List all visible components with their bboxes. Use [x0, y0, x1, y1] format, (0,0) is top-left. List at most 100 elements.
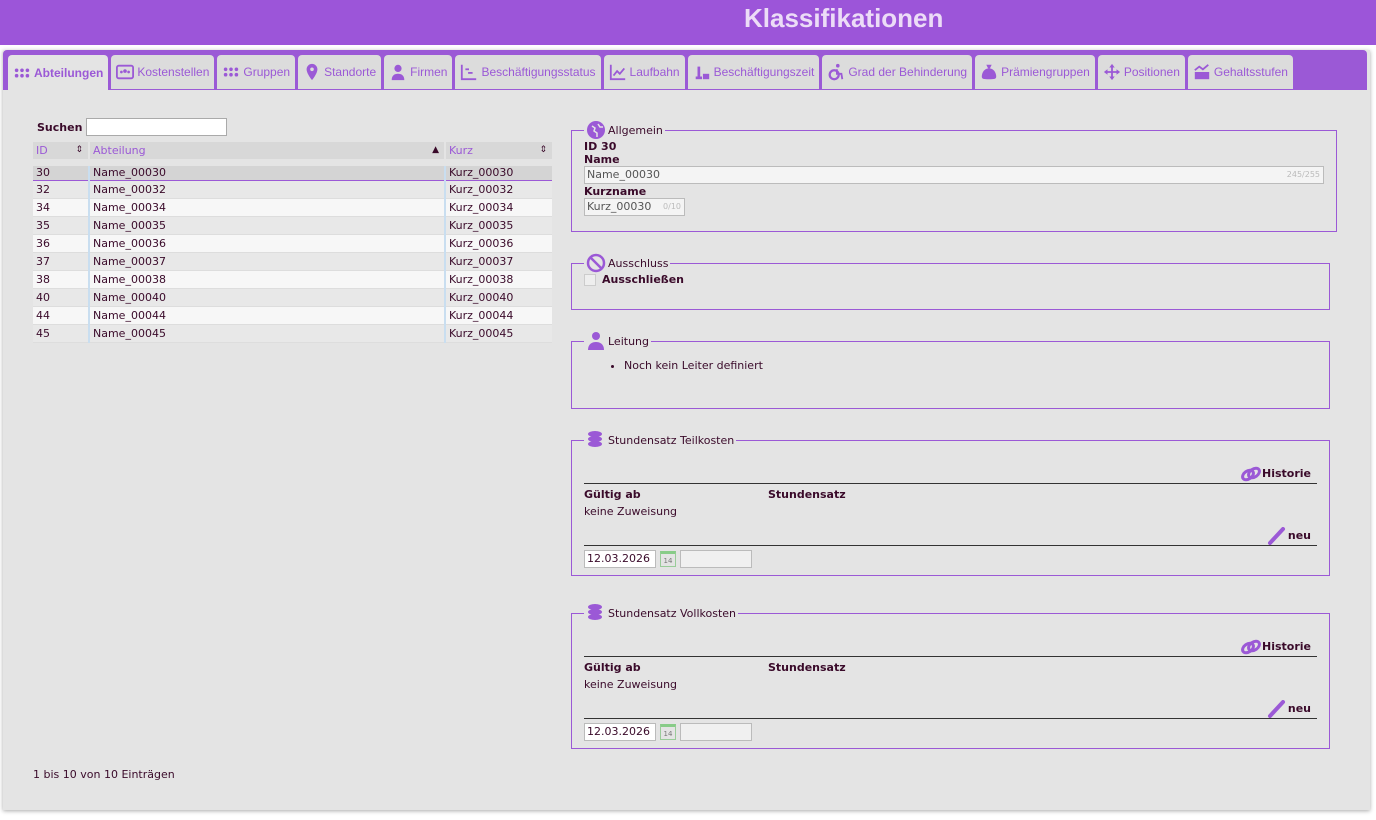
cell-id: 40	[33, 288, 89, 307]
legend-allgemein: Allgemein	[608, 123, 663, 137]
tab-firmen[interactable]: Firmen	[384, 55, 453, 89]
name-field[interactable]: Name_00030 245/255	[584, 166, 1324, 184]
rate-input[interactable]	[680, 550, 752, 568]
wheelchair-icon	[828, 63, 844, 81]
fieldset-leitung: Leitung Noch kein Leiter definiert	[571, 331, 1330, 409]
move-arrows-icon	[1103, 63, 1120, 81]
tab-laufbahn[interactable]: Laufbahn	[603, 55, 685, 89]
ausschliessen-checkbox[interactable]	[584, 273, 596, 286]
tab-grad-der-behinderung[interactable]: Grad der Behinderung	[822, 55, 973, 89]
calendar-icon[interactable]: 14	[660, 551, 676, 567]
historie-link[interactable]: Historie	[584, 637, 1317, 657]
fieldset-allgemein: Allgemein ID 30 Name Name_00030 245/255 K…	[571, 120, 1337, 232]
cell-abteilung: Name_00045	[88, 324, 445, 343]
calendar-icon[interactable]: 14	[660, 724, 676, 740]
kurzname-label: Kurzname	[584, 185, 647, 198]
sort-icon: ⇕	[539, 145, 547, 155]
cell-kurz: Kurz_00045	[444, 324, 552, 343]
tab-label: Beschäftigungsstatus	[481, 65, 596, 79]
cell-abteilung: Name_00044	[88, 306, 445, 325]
tab-abteilungen[interactable]: Abteilungen	[8, 55, 109, 91]
tab-beschäftigungszeit[interactable]: Beschäftigungszeit	[687, 55, 820, 89]
table-row[interactable]: 40 Name_00040 Kurz_00040	[33, 288, 552, 307]
cell-kurz: Kurz_00038	[444, 270, 552, 289]
link-icon	[1241, 466, 1261, 481]
tab-beschäftigungsstatus[interactable]: Beschäftigungsstatus	[455, 55, 601, 89]
column-header-id[interactable]: ID ⇕	[33, 142, 89, 166]
table-row[interactable]: 32 Name_00032 Kurz_00032	[33, 180, 552, 199]
cell-abteilung: Name_00030	[88, 161, 445, 181]
fieldset-ausschluss: Ausschluss Ausschließen	[571, 253, 1330, 310]
status-chart-icon	[461, 64, 477, 81]
person-tie-icon	[588, 332, 604, 350]
tab-standorte[interactable]: Standorte	[298, 55, 382, 89]
column-header-kurz[interactable]: Kurz ⇕	[444, 142, 552, 166]
date-input[interactable]: 12.03.2026	[584, 550, 656, 568]
cell-kurz: Kurz_00034	[444, 198, 552, 217]
table-row[interactable]: 38 Name_00038 Kurz_00038	[33, 270, 552, 289]
date-input[interactable]: 12.03.2026	[584, 723, 656, 741]
cell-id: 35	[33, 216, 89, 235]
tab-label: Prämiengruppen	[1001, 65, 1090, 79]
tab-label: Gruppen	[243, 65, 291, 79]
tab-positionen[interactable]: Positionen	[1097, 55, 1185, 89]
salary-trend-icon	[1194, 64, 1210, 80]
cell-kurz: Kurz_00044	[444, 306, 552, 325]
cell-abteilung: Name_00040	[88, 288, 445, 307]
id-text: ID 30	[584, 140, 617, 153]
rate-input[interactable]	[680, 723, 752, 741]
table-row[interactable]: 37 Name_00037 Kurz_00037	[33, 252, 552, 271]
stundensatz-header: Stundensatz	[768, 488, 846, 501]
table-row[interactable]: 35 Name_00035 Kurz_00035	[33, 216, 552, 235]
table-row[interactable]: 36 Name_00036 Kurz_00036	[33, 234, 552, 253]
tab-gruppen[interactable]: Gruppen	[217, 55, 296, 89]
link-label: Historie	[1262, 640, 1311, 653]
search-label: Suchen	[37, 120, 83, 134]
table-row[interactable]: 34 Name_00034 Kurz_00034	[33, 198, 552, 217]
coins-icon	[588, 431, 602, 447]
tab-label: Laufbahn	[629, 65, 680, 79]
rate-legend: Stundensatz Vollkosten	[608, 606, 737, 620]
search-input[interactable]	[86, 118, 228, 136]
neu-button[interactable]: neu	[584, 699, 1317, 719]
cell-abteilung: Name_00036	[88, 234, 445, 253]
map-pin-icon	[306, 63, 318, 81]
cell-id: 30	[33, 161, 89, 181]
coins-icon	[588, 604, 602, 620]
table-row[interactable]: 44 Name_00044 Kurz_00044	[33, 306, 552, 325]
cell-id: 34	[33, 198, 89, 217]
name-label: Name	[584, 153, 620, 166]
historie-link[interactable]: Historie	[584, 464, 1317, 484]
line-chart-icon	[609, 64, 625, 81]
table-info: 1 bis 10 von 10 Einträgen	[33, 768, 175, 781]
cell-id: 36	[33, 234, 89, 253]
cell-kurz: Kurz_00036	[444, 234, 552, 253]
group-card-icon	[116, 64, 135, 80]
person-icon	[391, 64, 405, 81]
cell-id: 37	[33, 252, 89, 271]
table-row[interactable]: 30 Name_00030 Kurz_00030	[33, 161, 552, 181]
main-container: Abteilungen Kostenstellen Gruppen Standorte…	[3, 50, 1370, 810]
link-label: Historie	[1262, 467, 1311, 480]
gueltig-ab-header: Gültig ab	[584, 661, 641, 674]
tab-prämiengruppen[interactable]: Prämiengruppen	[975, 55, 1095, 89]
departments-table: ID ⇕ Abteilung ▲ Kurz ⇕ 30 Name_00030 Kurz_00…	[33, 142, 552, 343]
table-row[interactable]: 45 Name_00045 Kurz_00045	[33, 324, 552, 343]
link-icon	[1241, 639, 1261, 654]
pencil-icon	[1267, 526, 1285, 545]
search-box: Suchen	[37, 118, 228, 136]
pencil-icon	[1267, 699, 1285, 718]
no-assignment-text: keine Zuweisung	[584, 505, 678, 518]
tab-gehaltsstufen[interactable]: Gehaltsstufen	[1187, 55, 1293, 89]
column-header-abteilung[interactable]: Abteilung ▲	[88, 142, 445, 166]
kurzname-field[interactable]: Kurz_00030 0/10	[584, 198, 685, 216]
ausschliessen-checkbox-row[interactable]: Ausschließen	[584, 273, 1317, 286]
tab-label: Beschäftigungszeit	[713, 65, 815, 79]
tab-kostenstellen[interactable]: Kostenstellen	[111, 55, 215, 89]
cell-kurz: Kurz_00037	[444, 252, 552, 271]
ausschliessen-label: Ausschließen	[602, 273, 684, 286]
cell-kurz: Kurz_00030	[444, 161, 552, 181]
legend-leitung: Leitung	[608, 334, 649, 348]
neu-button[interactable]: neu	[584, 526, 1317, 546]
chess-icon	[695, 66, 709, 80]
